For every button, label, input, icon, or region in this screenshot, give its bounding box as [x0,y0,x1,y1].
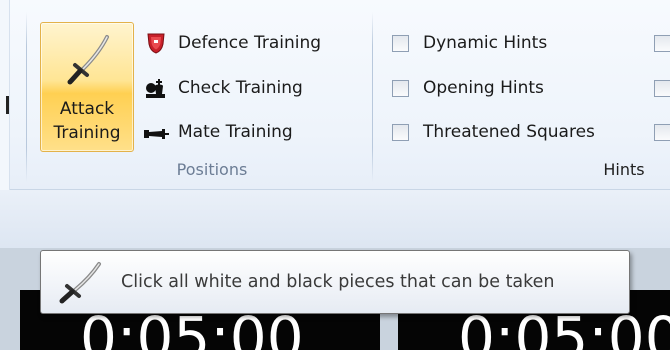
mate-training-label: Mate Training [178,122,293,142]
group-separator [372,12,373,182]
mate-training-button[interactable]: Mate Training [142,117,293,147]
attack-training-label: Attack Training [53,99,121,143]
threatened-squares-option[interactable]: Threatened Squares [392,117,595,147]
check-training-label: Check Training [178,78,303,98]
sword-icon [59,262,101,304]
attack-training-tooltip: Click all white and black pieces that ca… [40,250,630,314]
extra-hint-checkbox[interactable] [654,35,670,52]
threatened-squares-checkbox[interactable] [392,123,409,141]
king-pieces-icon [146,79,165,98]
hints-group-label: Hints [603,160,645,179]
fallen-king-icon [144,129,169,139]
dynamic-hints-option[interactable]: Dynamic Hints [392,28,547,58]
dynamic-hints-checkbox[interactable] [392,34,409,52]
tooltip-text: Click all white and black pieces that ca… [121,272,555,292]
check-training-button[interactable]: Check Training [142,73,303,103]
ribbon-panel: Attack Training Defence Training Check T… [0,0,670,190]
ribbon-footer-strip [0,190,670,248]
ribbon-left-edge [0,0,10,190]
attack-training-button[interactable]: Attack Training [40,22,134,152]
opening-hints-label: Opening Hints [423,78,544,98]
group-separator [26,12,27,182]
threatened-squares-label: Threatened Squares [423,122,595,142]
shield-icon [147,33,165,54]
extra-hint-checkbox[interactable] [654,80,670,97]
defence-training-button[interactable]: Defence Training [142,28,321,58]
opening-hints-option[interactable]: Opening Hints [392,73,544,103]
collapsed-group-edge [6,96,9,114]
opening-hints-checkbox[interactable] [392,79,409,97]
defence-training-label: Defence Training [178,33,322,53]
sword-icon [67,35,109,85]
positions-group-label: Positions [176,160,248,179]
extra-hint-checkbox[interactable] [654,124,670,141]
dynamic-hints-label: Dynamic Hints [423,33,548,53]
